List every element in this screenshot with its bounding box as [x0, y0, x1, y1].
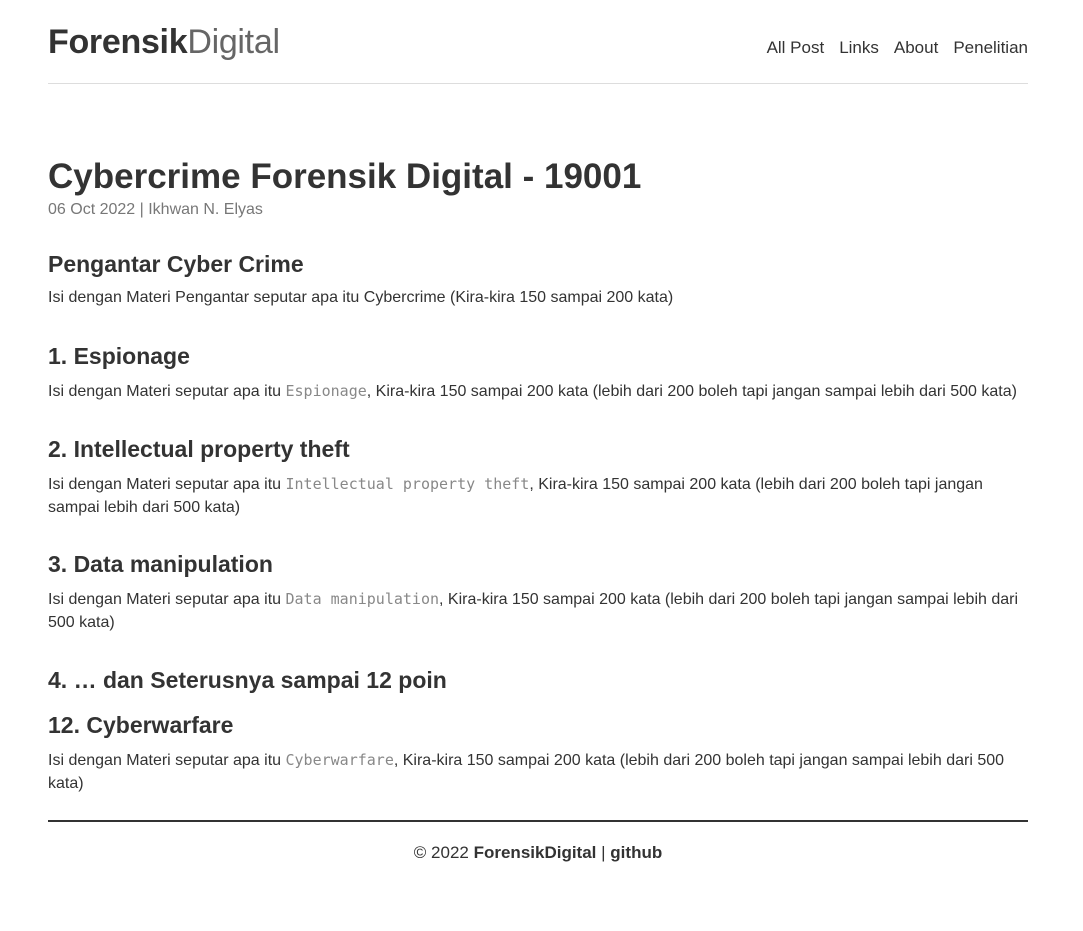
nav-about[interactable]: About — [894, 38, 938, 58]
section-heading-cyberwarfare: 12. Cyberwarfare — [48, 712, 234, 738]
inline-code: Intellectual property theft — [285, 475, 530, 493]
inline-code: Cyberwarfare — [285, 751, 394, 769]
section-text-cyberwarfare: Isi dengan Materi seputar apa itu Cyberw… — [48, 749, 1028, 795]
page: ForensikDigital All Post Links About Pen… — [48, 0, 1028, 863]
site-footer: © 2022 ForensikDigital | github — [48, 843, 1028, 863]
brand-bold-text: Forensik — [48, 23, 188, 61]
footer-divider — [48, 820, 1028, 822]
text-prefix: Isi dengan Materi seputar apa itu — [48, 476, 286, 493]
post-meta: 06 Oct 2022 | Ikhwan N. Elyas — [48, 201, 263, 218]
footer-separator: | — [601, 843, 606, 862]
post-title: Cybercrime Forensik Digital - 19001 — [48, 157, 642, 196]
site-logo-link[interactable]: ForensikDigital — [48, 22, 280, 62]
section-heading-ellipsis: 4. … dan Seterusnya sampai 12 poin — [48, 667, 447, 693]
post: Cybercrime Forensik Digital - 19001 06 O… — [48, 84, 1028, 795]
section-heading-data-manipulation: 3. Data manipulation — [48, 551, 273, 577]
brand-light-text: Digital — [187, 23, 280, 61]
footer-brand-link[interactable]: ForensikDigital — [474, 843, 597, 862]
main-nav: All Post Links About Penelitian — [767, 38, 1028, 58]
inline-code: Data manipulation — [285, 590, 440, 608]
text-suffix: , Kira-kira 150 sampai 200 kata (lebih d… — [366, 382, 1017, 400]
site-header: ForensikDigital All Post Links About Pen… — [48, 0, 1028, 84]
text-prefix: Isi dengan Materi seputar apa itu — [48, 591, 286, 608]
nav-penelitian[interactable]: Penelitian — [953, 38, 1028, 58]
text-prefix: Isi dengan Materi seputar apa itu — [48, 382, 286, 400]
section-text-ip-theft: Isi dengan Materi seputar apa itu Intell… — [48, 473, 1028, 519]
nav-all-post[interactable]: All Post — [767, 38, 825, 58]
section-heading-intro: Pengantar Cyber Crime — [48, 251, 304, 277]
section-text-data-manipulation: Isi dengan Materi seputar apa itu Data m… — [48, 588, 1028, 634]
footer-copyright: © 2022 — [413, 843, 469, 862]
section-text-intro: Isi dengan Materi Pengantar seputar apa … — [48, 289, 674, 306]
section-heading-espionage: 1. Espionage — [48, 342, 190, 369]
section-text-espionage: Isi dengan Materi seputar apa itu Espion… — [48, 380, 1028, 404]
nav-links[interactable]: Links — [839, 38, 879, 58]
inline-code: Espionage — [285, 381, 367, 400]
text-prefix: Isi dengan Materi seputar apa itu — [48, 752, 286, 769]
footer-github-link[interactable]: github — [610, 843, 662, 862]
section-heading-ip-theft: 2. Intellectual property theft — [48, 436, 350, 462]
